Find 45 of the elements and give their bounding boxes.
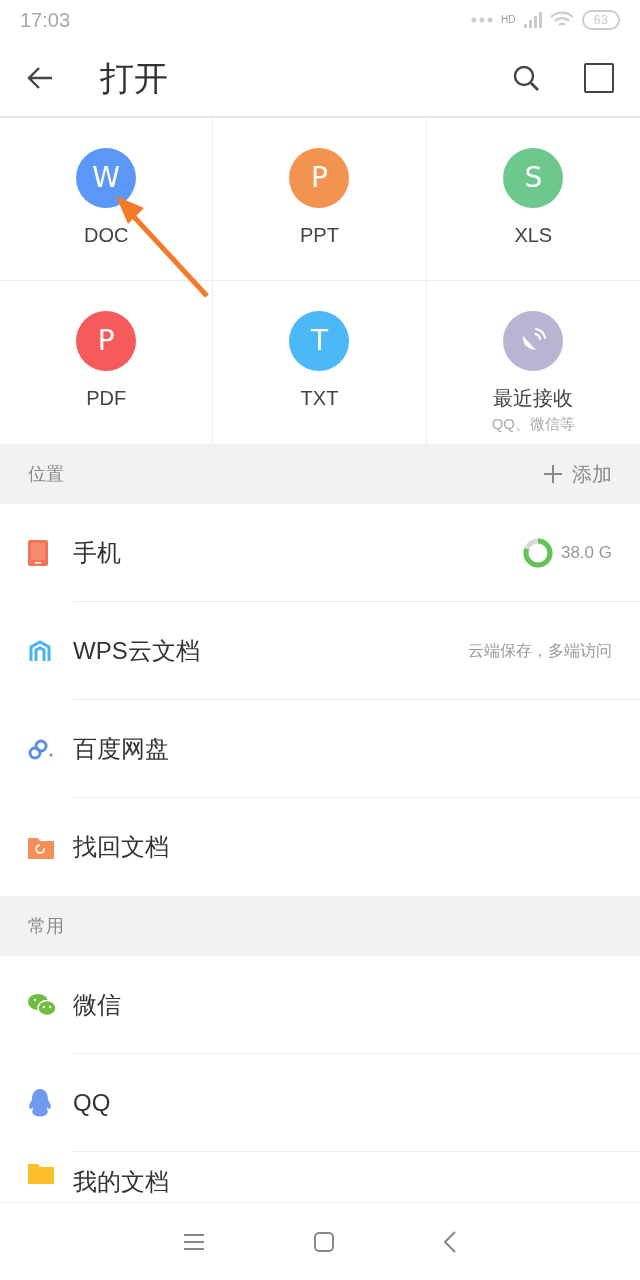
tablet-icon (28, 540, 48, 566)
file-type-label: TXT (300, 386, 339, 411)
file-type-label: DOC (83, 223, 129, 248)
file-type-letter: T (310, 327, 329, 355)
file-type-letter: P (311, 164, 328, 192)
file-type-sublabel: QQ、微信等 (491, 414, 575, 434)
cloud-doc-icon (28, 639, 52, 663)
back-nav-button[interactable] (444, 1230, 456, 1253)
file-type-label: 最近接收 (493, 386, 574, 411)
select-button[interactable] (584, 63, 614, 93)
item-label: WPS云文档 (73, 635, 201, 666)
item-label: 手机 (73, 537, 122, 568)
section-title: 常用 (28, 914, 64, 938)
file-type-tile[interactable]: 最近接收 QQ、微信等 (426, 281, 640, 444)
signal-icon (523, 12, 542, 28)
item-label: 百度网盘 (73, 733, 170, 764)
file-type-label: XLS (514, 223, 553, 248)
folder-refresh-icon (28, 835, 54, 859)
file-type-letter: W (92, 164, 120, 192)
page-title: 打开 (100, 57, 169, 99)
plus-icon (544, 465, 562, 483)
file-type-letter: P (97, 327, 115, 355)
file-type-tile[interactable]: S XLS (426, 118, 640, 281)
dots-icon (471, 17, 494, 23)
status-time: 17:03 (20, 8, 71, 33)
section-title: 位置 (28, 462, 64, 486)
file-type-tile[interactable]: P PDF (0, 281, 214, 444)
item-hint: 云端保存，多端访问 (468, 640, 612, 661)
file-type-tile[interactable]: T TXT (213, 281, 427, 444)
home-button[interactable] (314, 1231, 334, 1252)
file-type-label: PDF (86, 386, 127, 411)
item-label: 微信 (73, 989, 122, 1020)
file-type-tile[interactable]: P PPT (213, 118, 427, 281)
penguin-icon (28, 1089, 52, 1117)
folder-icon (28, 1162, 54, 1184)
chat-bubbles-icon (28, 993, 56, 1017)
item-label: 我的文档 (73, 1167, 170, 1197)
file-type-label: PPT (300, 223, 339, 248)
item-label: 找回文档 (73, 832, 170, 862)
menu-button[interactable] (184, 1233, 204, 1250)
cloud-rings-icon (28, 738, 54, 760)
storage-reading: 38.0 G (560, 541, 612, 564)
item-label: QQ (73, 1087, 112, 1118)
network-type: HD (501, 15, 516, 25)
file-type-letter: S (524, 164, 543, 192)
